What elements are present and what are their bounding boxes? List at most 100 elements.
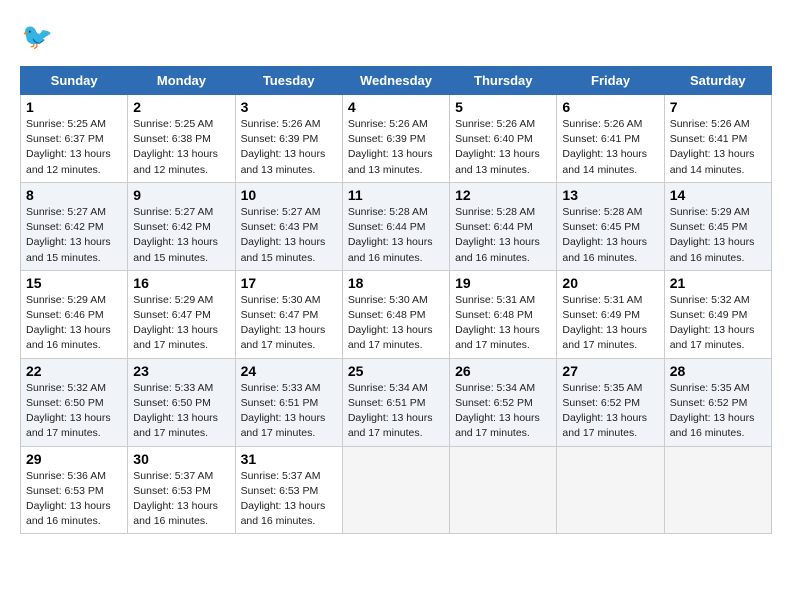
day-info: Sunrise: 5:31 AMSunset: 6:48 PMDaylight:… bbox=[455, 293, 551, 354]
column-header-tuesday: Tuesday bbox=[235, 67, 342, 95]
calendar-cell: 9Sunrise: 5:27 AMSunset: 6:42 PMDaylight… bbox=[128, 182, 235, 270]
day-number: 31 bbox=[241, 451, 337, 467]
calendar-cell: 22Sunrise: 5:32 AMSunset: 6:50 PMDayligh… bbox=[21, 358, 128, 446]
day-info: Sunrise: 5:26 AMSunset: 6:39 PMDaylight:… bbox=[348, 117, 444, 178]
calendar-week-row: 22Sunrise: 5:32 AMSunset: 6:50 PMDayligh… bbox=[21, 358, 772, 446]
calendar-week-row: 8Sunrise: 5:27 AMSunset: 6:42 PMDaylight… bbox=[21, 182, 772, 270]
day-number: 14 bbox=[670, 187, 766, 203]
day-number: 20 bbox=[562, 275, 658, 291]
calendar-cell: 2Sunrise: 5:25 AMSunset: 6:38 PMDaylight… bbox=[128, 95, 235, 183]
day-number: 1 bbox=[26, 99, 122, 115]
calendar-week-row: 1 Sunrise: 5:25 AMSunset: 6:37 PMDaylight… bbox=[21, 95, 772, 183]
day-info: Sunrise: 5:36 AMSunset: 6:53 PMDaylight:… bbox=[26, 469, 122, 530]
calendar-table: SundayMondayTuesdayWednesdayThursdayFrid… bbox=[20, 66, 772, 534]
column-header-monday: Monday bbox=[128, 67, 235, 95]
day-info: Sunrise: 5:28 AMSunset: 6:44 PMDaylight:… bbox=[455, 205, 551, 266]
day-info: Sunrise: 5:26 AMSunset: 6:41 PMDaylight:… bbox=[562, 117, 658, 178]
calendar-cell: 27 Sunrise: 5:35 AMSunset: 6:52 PMDayligh… bbox=[557, 358, 664, 446]
day-info: Sunrise: 5:28 AMSunset: 6:45 PMDaylight:… bbox=[562, 205, 658, 266]
day-info: Sunrise: 5:32 AMSunset: 6:49 PMDaylight:… bbox=[670, 293, 766, 354]
calendar-cell: 30 Sunrise: 5:37 AMSunset: 6:53 PMDayligh… bbox=[128, 446, 235, 534]
day-number: 23 bbox=[133, 363, 229, 379]
calendar-week-row: 15Sunrise: 5:29 AMSunset: 6:46 PMDayligh… bbox=[21, 270, 772, 358]
calendar-week-row: 29 Sunrise: 5:36 AMSunset: 6:53 PMDayligh… bbox=[21, 446, 772, 534]
calendar-cell bbox=[342, 446, 449, 534]
calendar-cell: 13 Sunrise: 5:28 AMSunset: 6:45 PMDayligh… bbox=[557, 182, 664, 270]
day-number: 9 bbox=[133, 187, 229, 203]
calendar-cell: 14 Sunrise: 5:29 AMSunset: 6:45 PMDayligh… bbox=[664, 182, 771, 270]
day-number: 16 bbox=[133, 275, 229, 291]
day-info: Sunrise: 5:25 AMSunset: 6:38 PMDaylight:… bbox=[133, 117, 229, 178]
calendar-cell: 21Sunrise: 5:32 AMSunset: 6:49 PMDayligh… bbox=[664, 270, 771, 358]
calendar-cell: 28Sunrise: 5:35 AMSunset: 6:52 PMDayligh… bbox=[664, 358, 771, 446]
day-info: Sunrise: 5:29 AMSunset: 6:47 PMDaylight:… bbox=[133, 293, 229, 354]
day-info: Sunrise: 5:35 AMSunset: 6:52 PMDaylight:… bbox=[562, 381, 658, 442]
day-info: Sunrise: 5:29 AMSunset: 6:45 PMDaylight:… bbox=[670, 205, 766, 266]
day-info: Sunrise: 5:28 AMSunset: 6:44 PMDaylight:… bbox=[348, 205, 444, 266]
logo: 🐦 bbox=[20, 20, 60, 56]
calendar-cell bbox=[664, 446, 771, 534]
calendar-cell bbox=[450, 446, 557, 534]
calendar-cell: 11 Sunrise: 5:28 AMSunset: 6:44 PMDayligh… bbox=[342, 182, 449, 270]
day-info: Sunrise: 5:37 AMSunset: 6:53 PMDaylight:… bbox=[241, 469, 337, 530]
day-info: Sunrise: 5:35 AMSunset: 6:52 PMDaylight:… bbox=[670, 381, 766, 442]
calendar-cell: 16 Sunrise: 5:29 AMSunset: 6:47 PMDayligh… bbox=[128, 270, 235, 358]
day-info: Sunrise: 5:30 AMSunset: 6:47 PMDaylight:… bbox=[241, 293, 337, 354]
day-number: 26 bbox=[455, 363, 551, 379]
day-info: Sunrise: 5:26 AMSunset: 6:39 PMDaylight:… bbox=[241, 117, 337, 178]
calendar-cell: 31 Sunrise: 5:37 AMSunset: 6:53 PMDayligh… bbox=[235, 446, 342, 534]
calendar-cell: 19 Sunrise: 5:31 AMSunset: 6:48 PMDayligh… bbox=[450, 270, 557, 358]
day-info: Sunrise: 5:34 AMSunset: 6:51 PMDaylight:… bbox=[348, 381, 444, 442]
day-info: Sunrise: 5:33 AMSunset: 6:51 PMDaylight:… bbox=[241, 381, 337, 442]
day-number: 25 bbox=[348, 363, 444, 379]
calendar-header-row: SundayMondayTuesdayWednesdayThursdayFrid… bbox=[21, 67, 772, 95]
svg-text:🐦: 🐦 bbox=[22, 23, 53, 51]
calendar-cell: 26 Sunrise: 5:34 AMSunset: 6:52 PMDayligh… bbox=[450, 358, 557, 446]
day-number: 6 bbox=[562, 99, 658, 115]
logo-icon: 🐦 bbox=[20, 20, 56, 56]
calendar-cell: 20 Sunrise: 5:31 AMSunset: 6:49 PMDayligh… bbox=[557, 270, 664, 358]
day-info: Sunrise: 5:27 AMSunset: 6:43 PMDaylight:… bbox=[241, 205, 337, 266]
day-info: Sunrise: 5:31 AMSunset: 6:49 PMDaylight:… bbox=[562, 293, 658, 354]
day-info: Sunrise: 5:34 AMSunset: 6:52 PMDaylight:… bbox=[455, 381, 551, 442]
calendar-cell: 24 Sunrise: 5:33 AMSunset: 6:51 PMDayligh… bbox=[235, 358, 342, 446]
calendar-cell: 17 Sunrise: 5:30 AMSunset: 6:47 PMDayligh… bbox=[235, 270, 342, 358]
day-number: 13 bbox=[562, 187, 658, 203]
calendar-cell: 18 Sunrise: 5:30 AMSunset: 6:48 PMDayligh… bbox=[342, 270, 449, 358]
day-number: 7 bbox=[670, 99, 766, 115]
day-info: Sunrise: 5:29 AMSunset: 6:46 PMDaylight:… bbox=[26, 293, 122, 354]
day-number: 29 bbox=[26, 451, 122, 467]
page-header: 🐦 bbox=[20, 20, 772, 56]
day-number: 3 bbox=[241, 99, 337, 115]
calendar-body: 1 Sunrise: 5:25 AMSunset: 6:37 PMDaylight… bbox=[21, 95, 772, 534]
calendar-cell: 12Sunrise: 5:28 AMSunset: 6:44 PMDayligh… bbox=[450, 182, 557, 270]
day-info: Sunrise: 5:27 AMSunset: 6:42 PMDaylight:… bbox=[26, 205, 122, 266]
day-number: 30 bbox=[133, 451, 229, 467]
day-info: Sunrise: 5:30 AMSunset: 6:48 PMDaylight:… bbox=[348, 293, 444, 354]
calendar-cell: 10 Sunrise: 5:27 AMSunset: 6:43 PMDayligh… bbox=[235, 182, 342, 270]
day-number: 19 bbox=[455, 275, 551, 291]
day-number: 10 bbox=[241, 187, 337, 203]
day-info: Sunrise: 5:26 AMSunset: 6:40 PMDaylight:… bbox=[455, 117, 551, 178]
calendar-cell bbox=[557, 446, 664, 534]
day-info: Sunrise: 5:32 AMSunset: 6:50 PMDaylight:… bbox=[26, 381, 122, 442]
day-number: 17 bbox=[241, 275, 337, 291]
day-number: 24 bbox=[241, 363, 337, 379]
calendar-cell: 29 Sunrise: 5:36 AMSunset: 6:53 PMDayligh… bbox=[21, 446, 128, 534]
calendar-cell: 7 Sunrise: 5:26 AMSunset: 6:41 PMDaylight… bbox=[664, 95, 771, 183]
day-info: Sunrise: 5:33 AMSunset: 6:50 PMDaylight:… bbox=[133, 381, 229, 442]
day-number: 11 bbox=[348, 187, 444, 203]
column-header-friday: Friday bbox=[557, 67, 664, 95]
day-info: Sunrise: 5:37 AMSunset: 6:53 PMDaylight:… bbox=[133, 469, 229, 530]
day-info: Sunrise: 5:25 AMSunset: 6:37 PMDaylight:… bbox=[26, 117, 122, 178]
day-info: Sunrise: 5:26 AMSunset: 6:41 PMDaylight:… bbox=[670, 117, 766, 178]
day-number: 27 bbox=[562, 363, 658, 379]
column-header-saturday: Saturday bbox=[664, 67, 771, 95]
calendar-cell: 1 Sunrise: 5:25 AMSunset: 6:37 PMDaylight… bbox=[21, 95, 128, 183]
calendar-cell: 5Sunrise: 5:26 AMSunset: 6:40 PMDaylight… bbox=[450, 95, 557, 183]
calendar-cell: 4Sunrise: 5:26 AMSunset: 6:39 PMDaylight… bbox=[342, 95, 449, 183]
calendar-cell: 15Sunrise: 5:29 AMSunset: 6:46 PMDayligh… bbox=[21, 270, 128, 358]
day-number: 18 bbox=[348, 275, 444, 291]
calendar-cell: 25 Sunrise: 5:34 AMSunset: 6:51 PMDayligh… bbox=[342, 358, 449, 446]
calendar-cell: 3 Sunrise: 5:26 AMSunset: 6:39 PMDaylight… bbox=[235, 95, 342, 183]
